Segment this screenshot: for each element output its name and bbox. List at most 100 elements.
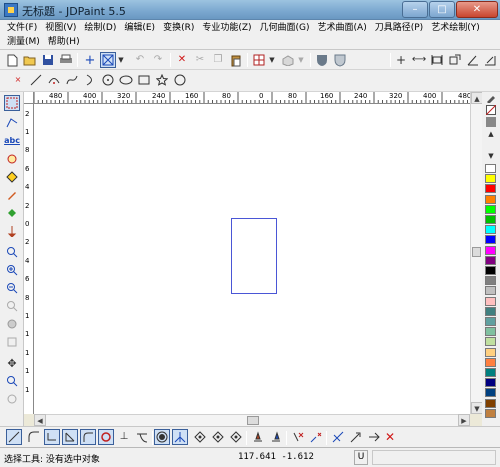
- color-swatch[interactable]: [485, 174, 496, 184]
- node-break-icon[interactable]: [308, 429, 324, 445]
- pan-icon[interactable]: ✥: [4, 355, 20, 371]
- horizontal-scrollbar[interactable]: ◀ ▶: [34, 414, 470, 426]
- pattern-icon[interactable]: [484, 116, 498, 128]
- menu-geometric-surface[interactable]: 几何曲面(G): [256, 21, 314, 35]
- horizontal-scroll-thumb[interactable]: [247, 416, 259, 425]
- cut-icon[interactable]: ✂: [192, 52, 208, 68]
- zoom-all-icon[interactable]: [4, 316, 20, 332]
- undo-icon[interactable]: ↶: [132, 52, 148, 68]
- color-swatch[interactable]: [485, 266, 496, 275]
- open-folder-icon[interactable]: [22, 52, 38, 68]
- color-swatch[interactable]: [485, 204, 496, 214]
- view-3d-icon[interactable]: [280, 52, 296, 68]
- color-swatch[interactable]: [485, 164, 496, 173]
- color-swatch[interactable]: [485, 245, 496, 255]
- fill-bucket-icon[interactable]: [4, 205, 20, 221]
- color-swatch[interactable]: [485, 357, 496, 367]
- drawing-canvas[interactable]: [34, 104, 470, 414]
- scroll-right-icon[interactable]: ▶: [458, 414, 470, 426]
- zoom-realtime-icon[interactable]: [4, 373, 20, 389]
- color-swatch[interactable]: [485, 398, 496, 408]
- save-icon[interactable]: [40, 52, 56, 68]
- tangent-icon[interactable]: [134, 429, 150, 445]
- menu-help[interactable]: 帮助(H): [44, 35, 84, 49]
- chevron-down-icon[interactable]: ▼: [267, 52, 277, 68]
- chevron-down-icon[interactable]: ▼: [116, 52, 126, 68]
- transform-circle-icon[interactable]: [4, 151, 20, 167]
- menu-transform[interactable]: 变换(R): [159, 21, 198, 35]
- color-swatch[interactable]: [485, 225, 496, 235]
- fillet-icon[interactable]: [26, 429, 42, 445]
- arc-icon[interactable]: [46, 72, 62, 88]
- color-swatch[interactable]: [485, 215, 496, 224]
- menu-art-draw[interactable]: 艺术绘制(Y): [427, 21, 484, 35]
- color-swatch[interactable]: [485, 194, 496, 204]
- menu-measure[interactable]: 测量(M): [3, 35, 44, 49]
- ellipse-icon[interactable]: [118, 72, 134, 88]
- view-redraw-icon[interactable]: [4, 334, 20, 350]
- menu-file[interactable]: 文件(F): [3, 21, 41, 35]
- ellipse-arc-icon[interactable]: [82, 72, 98, 88]
- spline-icon[interactable]: [64, 72, 80, 88]
- circle-icon[interactable]: [172, 72, 188, 88]
- eyedropper-icon[interactable]: [484, 92, 498, 104]
- palette-down-icon[interactable]: ▼: [484, 151, 498, 161]
- point-icon[interactable]: ×: [10, 72, 26, 88]
- arc-fillet-icon[interactable]: [80, 429, 96, 445]
- measure-icon[interactable]: [482, 52, 498, 68]
- color-swatch[interactable]: [485, 378, 496, 388]
- color-swatch[interactable]: [485, 296, 496, 306]
- node-edit-icon[interactable]: [4, 114, 20, 130]
- color-swatch[interactable]: [485, 368, 496, 377]
- shield-icon[interactable]: [314, 52, 330, 68]
- menu-toolpath[interactable]: 刀具路径(P): [371, 21, 427, 35]
- color-swatch[interactable]: [485, 306, 496, 316]
- star-icon[interactable]: [154, 72, 170, 88]
- color-swatch[interactable]: [485, 327, 496, 337]
- shield-outline-icon[interactable]: [332, 52, 348, 68]
- scroll-left-icon[interactable]: ◀: [34, 414, 46, 426]
- color-swatch[interactable]: [485, 388, 496, 398]
- extend-icon[interactable]: [348, 429, 364, 445]
- snap-angle-icon[interactable]: [172, 429, 188, 445]
- text-tool-icon[interactable]: abc: [4, 133, 20, 149]
- engrave-tool-icon[interactable]: [250, 429, 266, 445]
- node-delete-icon[interactable]: [290, 429, 306, 445]
- line-edit-icon[interactable]: [6, 429, 22, 445]
- menu-pro-functions[interactable]: 专业功能(Z): [198, 21, 255, 35]
- crosshair-icon[interactable]: +: [82, 52, 98, 68]
- drawn-rectangle[interactable]: [231, 218, 277, 294]
- palette-up-icon[interactable]: ▲: [484, 129, 498, 139]
- angle-icon[interactable]: [465, 52, 481, 68]
- engrave-tool-2-icon[interactable]: [268, 429, 284, 445]
- color-swatch[interactable]: [485, 184, 496, 194]
- grid-points-2-icon[interactable]: [210, 429, 226, 445]
- menu-edit[interactable]: 编辑(E): [120, 21, 159, 35]
- rectangle-icon[interactable]: [136, 72, 152, 88]
- grid-view-icon[interactable]: [251, 52, 267, 68]
- maximize-button[interactable]: □: [429, 1, 455, 18]
- circle-center-icon[interactable]: [100, 72, 116, 88]
- zoom-out-icon[interactable]: [4, 280, 20, 296]
- vertical-scrollbar[interactable]: ▲ ▼: [470, 92, 483, 414]
- corner-icon[interactable]: [44, 429, 60, 445]
- carve-icon[interactable]: [4, 223, 20, 239]
- color-swatch[interactable]: [485, 408, 496, 418]
- color-swatch[interactable]: [485, 347, 496, 357]
- menu-art-surface[interactable]: 艺术曲面(A): [314, 21, 371, 35]
- delete-icon[interactable]: ✕: [174, 52, 190, 68]
- minimize-button[interactable]: –: [402, 1, 428, 18]
- print-icon[interactable]: [58, 52, 74, 68]
- select-box-icon[interactable]: [100, 52, 116, 68]
- perpendicular-icon[interactable]: ⊥: [116, 429, 132, 445]
- scale-box-icon[interactable]: [447, 52, 463, 68]
- pen-icon[interactable]: [4, 187, 20, 203]
- redo-icon[interactable]: ↷: [150, 52, 166, 68]
- color-swatch[interactable]: [485, 317, 496, 326]
- color-swatch[interactable]: [485, 337, 496, 347]
- grid-points-icon[interactable]: [192, 429, 208, 445]
- color-swatch[interactable]: [485, 276, 496, 286]
- line-icon[interactable]: [28, 72, 44, 88]
- zoom-previous-icon[interactable]: [4, 298, 20, 314]
- new-file-icon[interactable]: [4, 52, 20, 68]
